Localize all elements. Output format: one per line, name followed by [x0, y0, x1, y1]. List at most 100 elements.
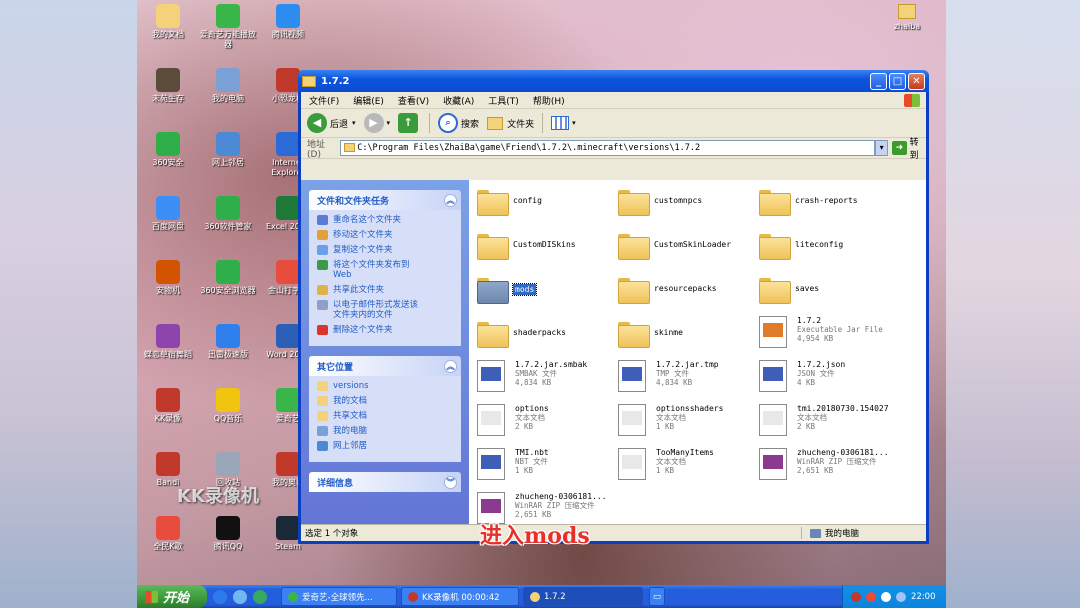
file-type: SMBAK 文件 [515, 369, 558, 378]
folder-item[interactable]: config [477, 188, 612, 216]
file-tasks-header[interactable]: 文件和文件夹任务 ︽ [309, 190, 461, 210]
title-bar[interactable]: 1.7.2 _ □ ✕ [298, 70, 929, 92]
file-item[interactable]: options 文本文档 2 KB [477, 404, 612, 436]
app-icon [156, 452, 180, 476]
folder-item[interactable]: skinme [618, 320, 753, 348]
place-link[interactable]: versions [317, 381, 455, 391]
search-button[interactable]: ⌕ 搜索 [438, 113, 479, 133]
folder-item[interactable]: saves [759, 276, 894, 304]
folder-item[interactable]: mods [477, 276, 612, 304]
address-dropdown-button[interactable]: ▾ [875, 140, 889, 156]
expand-chevron-icon[interactable]: ︾ [444, 475, 457, 489]
folder-item[interactable]: liteconfig [759, 232, 894, 260]
taskbar-button[interactable]: 爱奇艺-全球领先... [281, 587, 397, 606]
desktop-icon-zhaiba[interactable]: zhaiba [882, 4, 932, 31]
folder-item[interactable]: shaderpacks [477, 320, 612, 348]
menu-item[interactable]: 文件(F) [309, 94, 339, 107]
task-link[interactable]: 共享此文件夹 [317, 285, 455, 295]
file-item[interactable]: TMI.nbt NBT 文件 1 KB [477, 448, 612, 480]
menu-item[interactable]: 查看(V) [398, 94, 429, 107]
file-icon-band [622, 411, 642, 425]
file-item[interactable]: tmi.20180730.154027 文本文档 2 KB [759, 404, 894, 436]
desktop-icon[interactable]: 蝶恋草宿舞蹈 [137, 324, 199, 360]
folder-item[interactable]: resourcepacks [618, 276, 753, 304]
360-quicklaunch-icon[interactable] [253, 589, 267, 604]
menu-item[interactable]: 编辑(E) [353, 94, 384, 107]
tray-network-icon[interactable] [896, 591, 906, 602]
desktop-icon[interactable]: 安物机 [137, 260, 199, 296]
task-link[interactable]: 将这个文件夹发布到 Web [317, 260, 455, 280]
desktop-icon[interactable]: KK录像 [137, 388, 199, 424]
menu-item[interactable]: 帮助(H) [533, 94, 565, 107]
taskbar-button[interactable]: KK录像机 00:00:42 [401, 587, 519, 606]
folder-item[interactable]: CustomDISkins [477, 232, 612, 260]
folders-button[interactable]: 文件夹 [487, 116, 534, 130]
back-button[interactable]: ◀ 后退 ▾ [307, 113, 356, 133]
address-input[interactable]: C:\Program Files\ZhaiBa\game\Friend\1.7.… [340, 140, 876, 156]
place-link[interactable]: 我的文档 [317, 396, 455, 406]
browser-quicklaunch-icon[interactable] [233, 589, 247, 604]
details-header[interactable]: 详细信息 ︾ [309, 472, 461, 492]
place-link[interactable]: 我的电脑 [317, 426, 455, 436]
file-item[interactable]: 1.7.2 Executable Jar File 4,954 KB [759, 316, 894, 348]
desktop-icon[interactable]: 360安全浏览器 [197, 260, 259, 296]
ie-quicklaunch-icon[interactable] [213, 589, 227, 604]
task-link[interactable]: 删除这个文件夹 [317, 325, 455, 335]
place-link[interactable]: 共享文档 [317, 411, 455, 421]
windows-logo-icon [904, 94, 920, 107]
desktop-icon[interactable]: 腾讯视频 [257, 4, 319, 40]
desktop-icon[interactable]: 360软件管家 [197, 196, 259, 232]
desktop-icon[interactable]: 网上邻居 [197, 132, 259, 168]
file-type: 文本文档 [656, 413, 686, 422]
go-button[interactable]: ➜ 转到 [892, 135, 926, 161]
menu-item[interactable]: 工具(T) [488, 94, 519, 107]
desktop-icon[interactable]: 360安全 [137, 132, 199, 168]
other-places-header[interactable]: 其它位置 ︽ [309, 356, 461, 376]
desktop-icon[interactable]: 爱奇艺万能播放器 [197, 4, 259, 50]
up-button[interactable]: ↑ [398, 113, 421, 133]
desktop-icon[interactable]: 我的文档 [137, 4, 199, 40]
collapse-chevron-icon[interactable]: ︽ [444, 193, 457, 207]
views-button[interactable]: ▾ [551, 116, 576, 130]
tray-kk-icon[interactable] [851, 591, 861, 602]
menu-item[interactable]: 收藏(A) [443, 94, 474, 107]
file-item[interactable]: TooManyItems 文本文档 1 KB [618, 448, 753, 480]
desktop-icon[interactable]: QQ音乐 [197, 388, 259, 424]
taskbar-button[interactable]: 1.7.2 [523, 587, 643, 606]
desktop-icon[interactable]: 全民K歌 [137, 516, 199, 552]
task-link[interactable]: 移动这个文件夹 [317, 230, 455, 240]
address-bar: 地址(D) C:\Program Files\ZhaiBa\game\Frien… [301, 135, 926, 161]
close-button[interactable]: ✕ [908, 72, 925, 90]
desktop-icon[interactable]: 百度网盘 [137, 196, 199, 232]
folder-item[interactable]: customnpcs [618, 188, 753, 216]
folder-item[interactable]: CustomSkinLoader [618, 232, 753, 260]
task-link[interactable]: 重命名这个文件夹 [317, 215, 455, 225]
start-button[interactable]: 开始 [137, 585, 207, 608]
maximize-button[interactable]: □ [889, 72, 906, 90]
place-label: 我的电脑 [333, 426, 368, 436]
forward-button[interactable]: ▶ ▾ [363, 113, 390, 133]
task-link[interactable]: 以电子邮件形式发送该 文件夹内的文件 [317, 300, 455, 320]
keyboard-icon[interactable]: ▭ [649, 587, 665, 606]
tray-volume-icon[interactable] [881, 591, 891, 602]
desktop-icon[interactable]: 迅雷极速版 [197, 324, 259, 360]
file-meta: zhucheng-0306181... WinRAR ZIP 压缩文件 2,651 … [797, 448, 889, 475]
app-icon [156, 68, 180, 92]
desktop-icon[interactable]: 末苑生存 [137, 68, 199, 104]
tray-app-icon[interactable] [866, 591, 876, 602]
file-item[interactable]: optionsshaders 文本文档 1 KB [618, 404, 753, 436]
file-item[interactable]: zhucheng-0306181... WinRAR ZIP 压缩文件 2,651 … [759, 448, 894, 480]
place-link[interactable]: 网上邻居 [317, 441, 455, 451]
side-blur-right [946, 0, 1080, 608]
folder-item[interactable]: crash-reports [759, 188, 894, 216]
file-item[interactable]: 1.7.2.jar.tmp TMP 文件 4,834 KB [618, 360, 753, 392]
file-item[interactable]: 1.7.2.jar.smbak SMBAK 文件 4,834 KB [477, 360, 612, 392]
search-label: 搜索 [461, 119, 480, 130]
desktop-icon[interactable]: 腾讯QQ [197, 516, 259, 552]
collapse-chevron-icon[interactable]: ︽ [444, 359, 457, 373]
minimize-button[interactable]: _ [870, 72, 887, 90]
desktop-icon[interactable]: 我的电脑 [197, 68, 259, 104]
file-size: 4,954 KB [797, 334, 834, 343]
file-item[interactable]: 1.7.2.json JSON 文件 4 KB [759, 360, 894, 392]
task-link[interactable]: 复制这个文件夹 [317, 245, 455, 255]
